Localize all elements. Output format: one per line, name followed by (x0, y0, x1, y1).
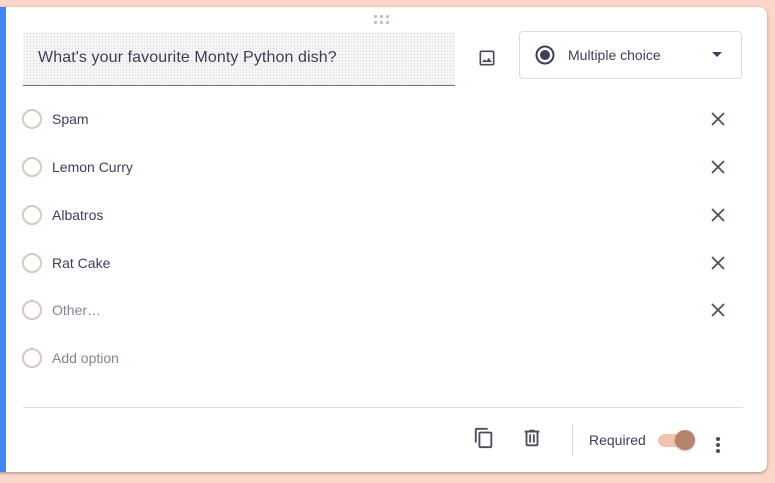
remove-option-button[interactable] (704, 249, 732, 277)
copy-icon (474, 427, 493, 449)
dropdown-arrow-icon (712, 52, 722, 57)
close-icon (711, 208, 725, 222)
required-toggle[interactable] (658, 430, 696, 450)
footer-separator (572, 424, 573, 456)
option-label[interactable]: Rat Cake (52, 255, 110, 271)
delete-button[interactable] (516, 422, 548, 454)
radio-button-checked-icon (535, 45, 555, 65)
duplicate-button[interactable] (468, 422, 500, 454)
other-option-row: Other… (22, 290, 742, 330)
add-image-button[interactable] (471, 42, 503, 74)
close-icon (711, 112, 725, 126)
toggle-thumb (675, 430, 695, 450)
add-option-link[interactable]: Add option (52, 350, 119, 366)
remove-option-button[interactable] (704, 201, 732, 229)
drag-handle-icon[interactable] (374, 15, 394, 27)
radio-circle-icon (22, 109, 42, 129)
radio-circle-icon (22, 300, 42, 320)
remove-other-button[interactable] (704, 296, 732, 324)
option-row: Albatros (22, 195, 742, 235)
remove-option-button[interactable] (704, 105, 732, 133)
radio-circle-icon (22, 205, 42, 225)
option-row: Spam (22, 99, 742, 139)
question-type-label: Multiple choice (568, 47, 661, 63)
question-card: What's your favourite Monty Python dish?… (0, 7, 767, 472)
image-icon (479, 50, 495, 66)
question-type-dropdown[interactable]: Multiple choice (519, 31, 742, 79)
question-title-field[interactable]: What's your favourite Monty Python dish? (23, 32, 455, 86)
radio-circle-icon (22, 157, 42, 177)
active-card-indicator (0, 7, 6, 472)
close-icon (711, 256, 725, 270)
more-options-button[interactable] (703, 430, 733, 460)
option-label[interactable]: Spam (52, 111, 89, 127)
option-row: Rat Cake (22, 243, 742, 283)
trash-icon (524, 429, 540, 447)
close-icon (711, 303, 725, 317)
more-vert-icon (716, 437, 720, 453)
option-label[interactable]: Albatros (52, 207, 103, 223)
footer-divider (23, 407, 743, 408)
option-label[interactable]: Lemon Curry (52, 159, 133, 175)
radio-circle-icon (22, 348, 42, 368)
required-label: Required (589, 432, 646, 448)
option-row: Lemon Curry (22, 147, 742, 187)
other-option-label[interactable]: Other… (52, 302, 101, 318)
remove-option-button[interactable] (704, 153, 732, 181)
question-title-text: What's your favourite Monty Python dish? (38, 49, 337, 66)
add-option-row: Add option (22, 338, 742, 378)
radio-circle-icon (22, 253, 42, 273)
close-icon (711, 160, 725, 174)
